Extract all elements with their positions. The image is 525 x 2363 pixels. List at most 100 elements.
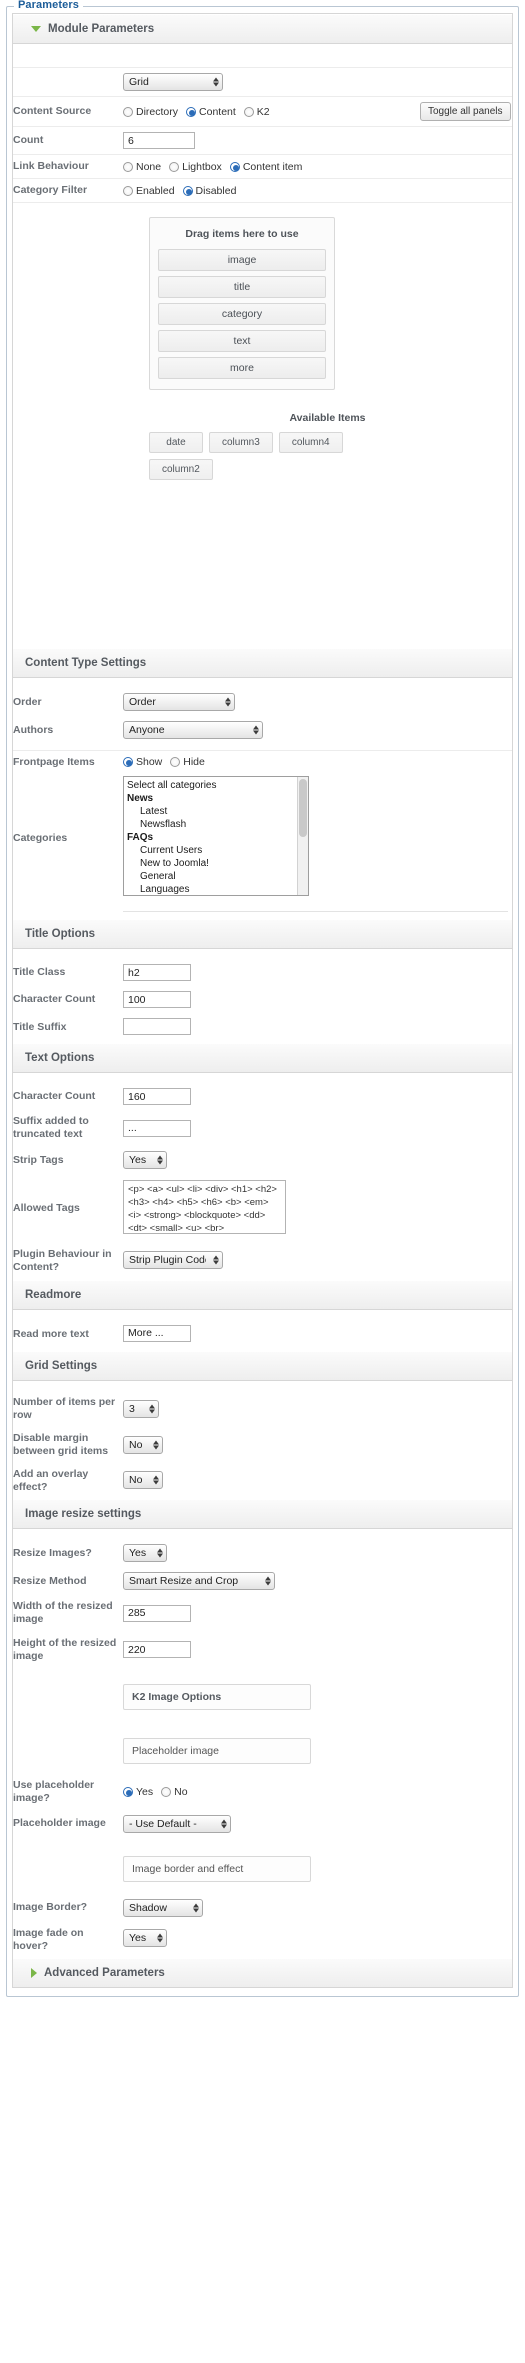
category-option-newsflash[interactable]: Newsflash [127,818,308,831]
panel-header-image-resize-settings[interactable]: Image resize settings [13,1499,512,1530]
authors-select-wrapper[interactable]: Anyone [123,721,263,740]
use-placeholder-radio-group[interactable]: Yes No [123,1786,508,1798]
strip-tags-select-wrapper[interactable]: Yes [123,1151,167,1170]
radio-icon-selected [182,185,193,196]
category-option-latest[interactable]: Latest [127,805,308,818]
panel-header-content-type-settings[interactable]: Content Type Settings [13,648,512,679]
available-item-column4[interactable]: column4 [278,432,343,454]
resize-height-input[interactable] [123,1641,191,1659]
image-border-select[interactable]: Shadow [123,1899,203,1917]
dnd-item-text[interactable]: text [158,330,326,353]
plugin-behaviour-select[interactable]: Strip Plugin Code [123,1250,223,1269]
items-per-row-select[interactable]: 3 [123,1399,159,1418]
scrollbar-thumb[interactable] [299,779,307,837]
table-row-spacer [13,949,512,959]
categories-list: Select all categories News Latest Newsfl… [124,779,308,895]
category-option-faqs[interactable]: FAQs [127,831,308,844]
panel-header-text-options[interactable]: Text Options [13,1043,512,1073]
panel-title-content-type-settings: Content Type Settings [25,657,147,670]
disable-margin-select[interactable]: No [123,1435,163,1454]
order-select[interactable]: Order [123,693,235,712]
panel-header-title-options[interactable]: Title Options [13,919,512,949]
category-filter-radio-group[interactable]: Enabled Disabled [123,185,508,197]
panel-header-module-parameters[interactable]: Module Parameters [13,14,512,44]
placeholder-image-select-wrapper[interactable]: - Use Default - [123,1815,231,1833]
radio-icon-selected [123,757,133,768]
read-more-text-input[interactable] [123,1324,191,1342]
dnd-item-image[interactable]: image [158,249,326,272]
layout-select-wrapper[interactable]: Grid [123,73,223,92]
placeholder-image-header[interactable]: Placeholder image [123,1737,311,1764]
panel-header-readmore[interactable]: Readmore [13,1279,512,1310]
available-item-date[interactable]: date [149,432,203,454]
available-item-column2[interactable]: column2 [149,459,213,481]
category-option-news[interactable]: News [127,792,308,805]
overlay-effect-select-wrapper[interactable]: No [123,1470,163,1489]
table-row-dnd: Drag items here to use image title categ… [13,203,512,649]
radio-icon [123,106,133,117]
panel-header-advanced-parameters[interactable]: Advanced Parameters [13,1958,512,1988]
drop-zone[interactable]: Drag items here to use image title categ… [149,217,335,391]
radio-frontpage-show[interactable]: Show [123,756,162,768]
dnd-item-category[interactable]: category [158,303,326,326]
title-class-input[interactable] [123,964,191,981]
count-input[interactable] [123,132,195,150]
radio-use-placeholder-no[interactable]: No [161,1785,188,1798]
k2-image-options-header[interactable]: K2 Image Options [123,1683,311,1710]
radio-content-source-content[interactable]: Content [186,106,236,118]
order-select-wrapper[interactable]: Order [123,693,235,712]
radio-content-source-directory[interactable]: Directory [123,106,178,118]
categories-listbox[interactable]: Select all categories News Latest Newsfl… [123,776,309,896]
radio-use-placeholder-yes[interactable]: Yes [123,1786,153,1798]
categories-scrollbar[interactable] [297,777,308,895]
text-character-count-input[interactable] [123,1088,191,1105]
plugin-behaviour-select-wrapper[interactable]: Strip Plugin Code [123,1250,223,1269]
radio-link-behaviour-none[interactable]: None [123,161,161,173]
title-suffix-input[interactable] [123,1018,191,1035]
resize-images-select[interactable]: Yes [123,1544,167,1563]
radio-link-behaviour-lightbox[interactable]: Lightbox [169,161,222,173]
resize-width-input[interactable] [123,1604,191,1622]
panel-header-grid-settings[interactable]: Grid Settings [13,1350,512,1381]
toggle-all-panels-button[interactable]: Toggle all panels [420,102,511,122]
resize-method-select-wrapper[interactable]: Smart Resize and Crop [123,1572,275,1591]
radio-label: No [174,1785,188,1798]
table-row-image-border-header: Image border and effect [13,1838,512,1894]
resize-method-select[interactable]: Smart Resize and Crop [123,1572,275,1591]
dnd-item-title[interactable]: title [158,276,326,299]
category-option-general[interactable]: General [127,870,308,883]
dnd-item-more[interactable]: more [158,357,326,380]
image-border-select-wrapper[interactable]: Shadow [123,1899,203,1917]
radio-content-source-k2[interactable]: K2 [243,106,270,118]
category-option-new-to-joomla[interactable]: New to Joomla! [127,857,308,870]
items-per-row-select-wrapper[interactable]: 3 [123,1399,159,1418]
radio-category-filter-disabled[interactable]: Disabled [182,185,236,197]
link-behaviour-radio-group[interactable]: None Lightbox Content item [123,161,508,173]
label-plugin-behaviour: Plugin Behaviour in Content? [13,1248,112,1274]
frontpage-items-radio-group[interactable]: Show Hide [123,756,508,768]
disable-margin-select-wrapper[interactable]: No [123,1435,163,1454]
strip-tags-select[interactable]: Yes [123,1151,167,1170]
placeholder-image-select[interactable]: - Use Default - [123,1815,231,1833]
category-option-select-all[interactable]: Select all categories [127,779,308,792]
content-source-radio-group[interactable]: Directory Content K2 [123,106,416,118]
radio-frontpage-hide[interactable]: Hide [170,756,205,768]
label-order: Order [13,695,42,708]
category-option-languages[interactable]: Languages [127,883,308,895]
allowed-tags-textarea[interactable]: <p> <a> <ul> <li> <div> <h1> <h2> <h3> <… [123,1180,286,1235]
image-fade-select[interactable]: Yes [123,1929,167,1948]
image-fade-select-wrapper[interactable]: Yes [123,1929,167,1948]
radio-link-behaviour-content-item[interactable]: Content item [229,161,302,173]
layout-select[interactable]: Grid [123,73,223,92]
authors-select[interactable]: Anyone [123,721,263,740]
title-character-count-input[interactable] [123,991,191,1008]
available-item-column3[interactable]: column3 [209,432,273,454]
image-border-header[interactable]: Image border and effect [123,1856,311,1882]
radio-label: Content [199,105,236,118]
category-option-current-users[interactable]: Current Users [127,844,308,857]
overlay-effect-select[interactable]: No [123,1470,163,1489]
suffix-truncated-input[interactable] [123,1119,191,1137]
panel-body-readmore: Read more text [13,1309,512,1351]
resize-images-select-wrapper[interactable]: Yes [123,1544,167,1563]
radio-category-filter-enabled[interactable]: Enabled [123,185,175,197]
